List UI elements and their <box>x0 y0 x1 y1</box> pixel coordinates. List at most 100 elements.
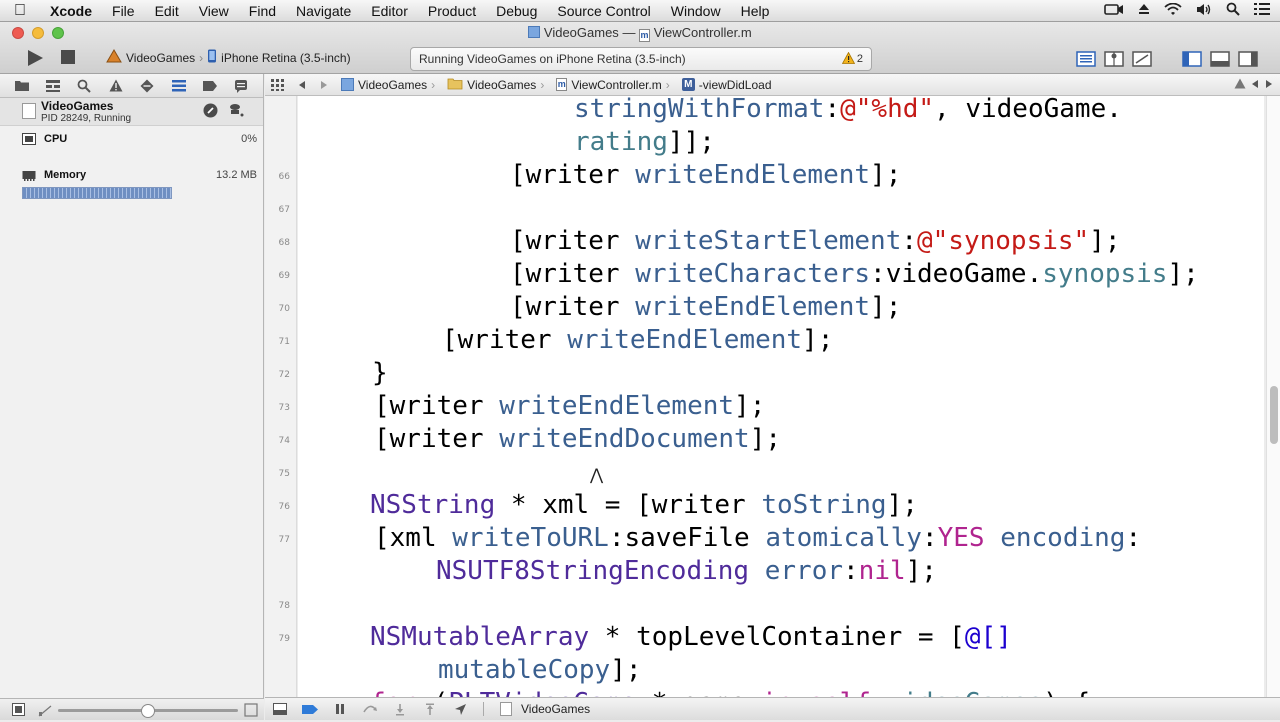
notification-center-icon[interactable] <box>1254 3 1270 18</box>
jumpbar-file[interactable]: m ViewController.m › <box>550 78 675 92</box>
jump-bar: VideoGames › VideoGames › m ViewControll… <box>265 74 1280 96</box>
menu-debug[interactable]: Debug <box>486 3 547 19</box>
jumpbar-file-label: ViewController.m <box>571 77 662 92</box>
debug-navigator-icon[interactable] <box>169 77 189 95</box>
jumpbar-symbol[interactable]: M -viewDidLoad <box>676 78 778 92</box>
activity-viewer: Running VideoGames on iPhone Retina (3.5… <box>410 47 872 71</box>
step-out-icon[interactable] <box>415 703 445 716</box>
process-status: PID 28249, Running <box>41 113 132 124</box>
breakpoints-toggle-icon[interactable] <box>295 704 325 715</box>
pause-continue-icon[interactable] <box>325 703 355 715</box>
scheme-selector[interactable]: VideoGames › iPhone Retina (3.5-inch) <box>106 49 351 66</box>
wifi-icon[interactable] <box>1164 2 1182 19</box>
breadcrumb-chevron-icon: › <box>431 77 436 92</box>
cpu-value: 0% <box>241 133 257 145</box>
jumpbar-symbol-label: -viewDidLoad <box>698 77 772 92</box>
jumpbar-group[interactable]: VideoGames › <box>441 77 550 93</box>
iphone-device-icon <box>207 49 217 66</box>
status-menus <box>1104 2 1280 19</box>
assistant-editor-button[interactable] <box>1100 49 1128 69</box>
hide-debug-area-icon[interactable] <box>265 703 295 715</box>
facetime-camera-icon[interactable] <box>1104 3 1124 19</box>
step-over-icon[interactable] <box>355 703 385 715</box>
zoom-in-icon[interactable] <box>244 702 258 722</box>
symbol-navigator-icon[interactable] <box>43 77 63 95</box>
standard-editor-button[interactable] <box>1072 49 1100 69</box>
method-symbol-icon: M <box>681 78 695 91</box>
toggle-debug-area-button[interactable] <box>1206 49 1234 69</box>
zoom-out-icon[interactable] <box>38 702 52 722</box>
source-editor[interactable]: stringWithFormat:@"%hd", videoGame. rati… <box>298 96 1264 697</box>
spotlight-search-icon[interactable] <box>1226 2 1240 19</box>
related-items-icon[interactable] <box>265 78 291 91</box>
menu-file[interactable]: File <box>102 3 145 19</box>
code-line: NSUTF8StringEncoding error:nil]; <box>436 556 937 586</box>
debug-bar: VideoGames <box>265 697 1280 720</box>
issue-nav-group <box>1228 78 1280 92</box>
stop-button[interactable] <box>60 49 76 65</box>
search-navigator-icon[interactable] <box>74 77 94 95</box>
toggle-utilities-button[interactable] <box>1234 49 1262 69</box>
simulate-location-icon[interactable] <box>445 703 475 716</box>
apple-menu-icon[interactable]:  <box>0 2 40 20</box>
menu-help[interactable]: Help <box>731 3 780 19</box>
cpu-gauge-row[interactable]: CPU 0% <box>0 126 263 162</box>
test-navigator-icon[interactable] <box>137 77 157 95</box>
project-icon <box>341 78 354 91</box>
code-line: [writer writeCharacters:videoGame.synops… <box>510 259 1199 289</box>
log-navigator-icon[interactable] <box>231 77 251 95</box>
process-name: VideoGames <box>41 99 114 113</box>
menu-product[interactable]: Product <box>418 3 486 19</box>
line-number: 77 <box>278 535 290 545</box>
device-name[interactable]: iPhone Retina (3.5-inch) <box>221 51 350 65</box>
line-number-gutter[interactable]: 66 67 68 69 70 71 72 73 74 75 76 77 78 7… <box>265 96 297 697</box>
go-back-arrow-icon[interactable] <box>291 80 313 90</box>
debug-target-name[interactable]: VideoGames <box>521 702 590 716</box>
menu-source-control[interactable]: Source Control <box>547 3 660 19</box>
menu-view[interactable]: View <box>189 3 239 19</box>
activity-status-text: Running VideoGames on iPhone Retina (3.5… <box>419 52 686 66</box>
debug-navigator: VideoGames PID 28249, Running CPU 0% Mem… <box>0 74 264 720</box>
menu-navigate[interactable]: Navigate <box>286 3 361 19</box>
menu-editor[interactable]: Editor <box>361 3 418 19</box>
toggle-navigator-button[interactable] <box>1178 49 1206 69</box>
issue-navigator-icon[interactable] <box>106 77 126 95</box>
next-issue-icon[interactable] <box>1264 78 1274 92</box>
window-title: VideoGames — m ViewController.m <box>0 25 1280 42</box>
memory-label: Memory <box>44 169 87 181</box>
memory-icon <box>22 168 36 181</box>
process-row[interactable]: VideoGames PID 28249, Running <box>0 98 263 126</box>
window-title-separator: — <box>622 25 636 40</box>
scheme-name[interactable]: VideoGames <box>126 51 195 65</box>
go-forward-arrow-icon[interactable] <box>313 80 335 90</box>
line-number: 78 <box>278 601 290 611</box>
step-into-icon[interactable] <box>385 703 415 716</box>
menu-window[interactable]: Window <box>661 3 731 19</box>
editor-scrollbar-thumb[interactable] <box>1270 386 1278 444</box>
line-number: 75 <box>278 469 290 479</box>
jumpbar-project[interactable]: VideoGames › <box>335 78 441 92</box>
process-icon <box>22 103 36 119</box>
warnings-indicator[interactable]: 2 <box>841 51 863 67</box>
project-navigator-folder-icon[interactable] <box>12 77 32 95</box>
issue-warning-icon[interactable] <box>1234 78 1246 92</box>
process-info-icon[interactable] <box>203 103 218 123</box>
run-button[interactable] <box>24 48 46 68</box>
eject-icon[interactable] <box>1138 3 1150 18</box>
jumpbar-group-label: VideoGames <box>467 77 537 92</box>
menu-find[interactable]: Find <box>239 3 286 19</box>
volume-icon[interactable] <box>1196 3 1212 19</box>
editor-vertical-scrollbar[interactable] <box>1266 96 1280 697</box>
show-only-running-icon[interactable] <box>12 703 25 721</box>
project-doc-icon <box>528 26 541 38</box>
version-editor-button[interactable] <box>1128 49 1156 69</box>
breakpoint-navigator-icon[interactable] <box>200 77 220 95</box>
menu-edit[interactable]: Edit <box>145 3 189 19</box>
memory-usage-bar <box>22 187 172 199</box>
code-line: [writer writeEndElement]; <box>442 325 834 355</box>
process-threads-icon[interactable] <box>228 103 244 123</box>
previous-issue-icon[interactable] <box>1250 78 1260 92</box>
code-line: [writer writeEndDocument]; <box>374 424 781 454</box>
menu-app[interactable]: Xcode <box>40 3 102 19</box>
process-zoom-slider-knob[interactable] <box>141 704 155 718</box>
